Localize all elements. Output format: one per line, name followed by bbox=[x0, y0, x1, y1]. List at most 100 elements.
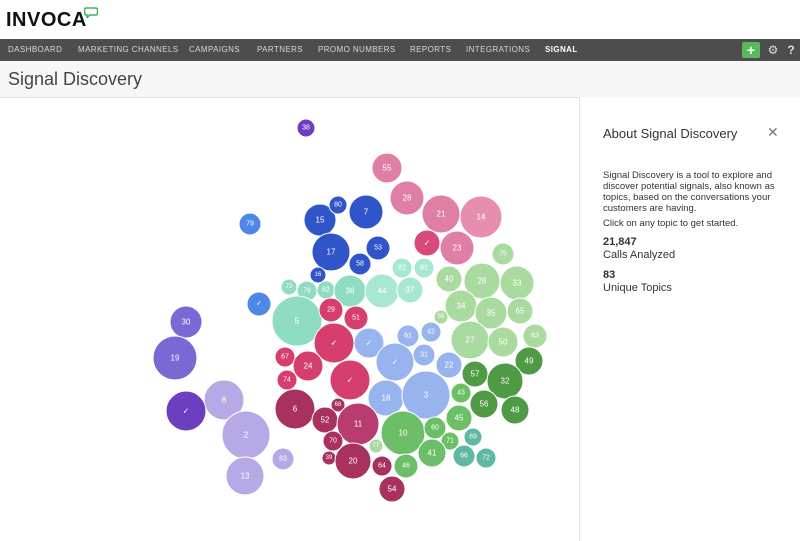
topic-bubble[interactable]: 54 bbox=[378, 475, 406, 503]
topic-bubble[interactable]: 30 bbox=[169, 305, 203, 339]
topic-bubble-label: 14 bbox=[477, 213, 486, 222]
nav-item-partners[interactable]: PARTNERS bbox=[257, 39, 303, 61]
topic-bubble[interactable]: 41 bbox=[417, 438, 447, 468]
topic-bubble[interactable]: 62 bbox=[316, 280, 336, 300]
topic-bubble[interactable]: ✓ bbox=[165, 390, 207, 432]
topic-bubble[interactable]: 69 bbox=[463, 427, 483, 447]
topic-bubble[interactable]: 23 bbox=[439, 230, 475, 266]
topic-bubble[interactable]: 82 bbox=[391, 257, 413, 279]
topic-bubble[interactable]: 37 bbox=[396, 276, 424, 304]
topic-bubble[interactable]: 7 bbox=[348, 194, 384, 230]
topic-bubble-label: 37 bbox=[406, 286, 415, 295]
topic-bubble[interactable]: 34 bbox=[444, 289, 478, 323]
topic-bubble-label: 34 bbox=[457, 302, 466, 311]
topic-bubble[interactable]: 56 bbox=[469, 389, 499, 419]
topic-bubble[interactable]: 80 bbox=[328, 195, 348, 215]
topic-bubble-label: 22 bbox=[445, 361, 454, 370]
topic-bubble[interactable]: 72 bbox=[475, 447, 497, 469]
topic-bubble[interactable]: 46 bbox=[393, 453, 419, 479]
topic-bubble[interactable]: 39 bbox=[321, 450, 337, 466]
topic-bubble[interactable]: 43 bbox=[450, 382, 472, 404]
topic-bubble[interactable]: 16 bbox=[309, 266, 327, 284]
topic-bubble-label: ✓ bbox=[183, 407, 190, 416]
topic-bubble[interactable]: 63 bbox=[522, 323, 548, 349]
topic-bubble[interactable]: 31 bbox=[412, 343, 436, 367]
topic-bubble[interactable]: 40 bbox=[435, 265, 463, 293]
topic-bubble[interactable]: 79 bbox=[238, 212, 262, 236]
topic-bubble-label: 46 bbox=[402, 463, 410, 470]
topic-bubble[interactable]: 57 bbox=[461, 360, 489, 388]
topic-bubble-label: 11 bbox=[354, 420, 363, 429]
topic-bubble-label: 24 bbox=[304, 362, 313, 371]
topic-bubble[interactable]: 11 bbox=[336, 402, 380, 446]
topic-bubble[interactable]: 55 bbox=[371, 152, 403, 184]
topic-bubble-label: 20 bbox=[349, 457, 358, 466]
topic-bubble[interactable]: 2 bbox=[221, 410, 271, 460]
gear-icon[interactable]: ⚙ bbox=[766, 41, 780, 59]
topic-bubble[interactable]: 58 bbox=[348, 252, 372, 276]
topic-bubble-label: 64 bbox=[378, 463, 386, 470]
topic-bubble-label: 56 bbox=[480, 400, 489, 409]
topic-bubble[interactable]: 48 bbox=[500, 395, 530, 425]
topic-bubble[interactable]: 73 bbox=[280, 278, 298, 296]
topic-bubble[interactable]: 14 bbox=[459, 195, 503, 239]
topic-bubble[interactable]: 77 bbox=[368, 438, 384, 454]
close-icon[interactable]: ✕ bbox=[767, 124, 779, 141]
topic-bubble[interactable]: 53 bbox=[365, 235, 391, 261]
topic-bubble[interactable]: 52 bbox=[311, 406, 339, 434]
topic-bubble-label: 21 bbox=[437, 210, 446, 219]
topic-bubble[interactable]: 44 bbox=[364, 273, 400, 309]
topics-label: Unique Topics bbox=[603, 282, 672, 294]
topic-bubble[interactable]: 28 bbox=[389, 180, 425, 216]
topic-bubble[interactable]: 24 bbox=[292, 350, 324, 382]
topic-bubble[interactable]: 19 bbox=[152, 335, 198, 381]
topic-bubble[interactable]: ✓ bbox=[375, 342, 415, 382]
brand-logo[interactable]: INVOCA bbox=[6, 9, 87, 32]
topic-bubble-label: 70 bbox=[329, 438, 337, 445]
topic-bubble[interactable]: ✓ bbox=[413, 229, 441, 257]
nav-item-dashboard[interactable]: DASHBOARD bbox=[8, 39, 62, 61]
topic-bubble-label: 72 bbox=[482, 455, 490, 462]
topic-bubble[interactable]: 66 bbox=[452, 444, 476, 468]
topic-bubble[interactable]: 59 bbox=[433, 309, 449, 325]
help-icon[interactable]: ? bbox=[784, 41, 798, 59]
topic-bubble[interactable]: 50 bbox=[487, 326, 519, 358]
topic-bubble-label: 57 bbox=[471, 370, 480, 379]
topic-bubble[interactable]: 21 bbox=[421, 194, 461, 234]
nav-item-promo-numbers[interactable]: PROMO NUMBERS bbox=[318, 39, 396, 61]
topic-bubble-label: 77 bbox=[373, 443, 380, 449]
topic-bubble[interactable]: 38 bbox=[296, 118, 316, 138]
topic-bubble[interactable]: 64 bbox=[371, 455, 393, 477]
topic-bubble[interactable]: 74 bbox=[276, 369, 298, 391]
nav-item-signal[interactable]: SIGNAL bbox=[545, 39, 578, 61]
topic-bubble[interactable]: 27 bbox=[450, 320, 490, 360]
nav-item-reports[interactable]: REPORTS bbox=[410, 39, 451, 61]
topic-bubble[interactable]: ✓ bbox=[246, 291, 272, 317]
topic-bubble[interactable]: ✓ bbox=[329, 359, 371, 401]
topic-bubble[interactable]: 67 bbox=[274, 346, 296, 368]
topic-bubble-label: 23 bbox=[453, 244, 462, 253]
topic-bubble-label: 31 bbox=[420, 352, 428, 359]
topic-bubble[interactable]: 29 bbox=[318, 297, 344, 323]
topic-bubble[interactable]: 65 bbox=[506, 297, 534, 325]
topic-bubble[interactable]: 42 bbox=[420, 321, 442, 343]
nav-item-campaigns[interactable]: CAMPAIGNS bbox=[189, 39, 240, 61]
topic-bubble[interactable]: 81 bbox=[413, 257, 435, 279]
topic-bubble[interactable]: 17 bbox=[311, 232, 351, 272]
nav-item-marketing-channels[interactable]: MARKETING CHANNELS bbox=[78, 39, 179, 61]
topic-bubble[interactable]: 20 bbox=[334, 442, 372, 480]
topic-bubble-label: 6 bbox=[293, 405, 298, 414]
topic-bubble-label: 55 bbox=[383, 164, 392, 173]
topic-bubble[interactable]: 83 bbox=[271, 447, 295, 471]
topic-bubble[interactable]: 33 bbox=[499, 265, 535, 301]
topic-bubble[interactable]: 45 bbox=[445, 404, 473, 432]
topic-bubble-label: 15 bbox=[316, 216, 325, 225]
topic-bubble[interactable]: 22 bbox=[435, 351, 463, 379]
nav-item-integrations[interactable]: INTEGRATIONS bbox=[466, 39, 530, 61]
topic-bubble[interactable]: 51 bbox=[343, 305, 369, 331]
topic-bubble[interactable]: 75 bbox=[491, 242, 515, 266]
topic-bubble[interactable]: 13 bbox=[225, 456, 265, 496]
topic-bubble[interactable]: 6 bbox=[274, 388, 316, 430]
add-button[interactable]: + bbox=[742, 42, 760, 58]
topic-bubble-label: 69 bbox=[469, 434, 477, 441]
